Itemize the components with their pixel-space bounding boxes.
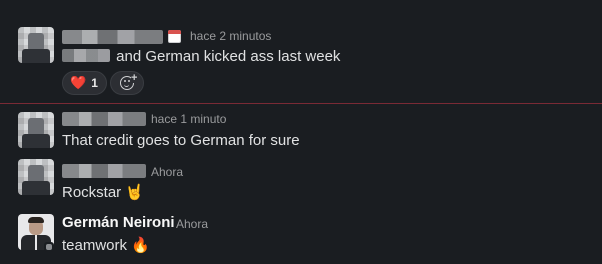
message-text: and German kicked ass last week: [62, 48, 340, 65]
status-indicator: [44, 242, 54, 252]
message-timestamp[interactable]: Ahora: [151, 165, 183, 179]
message-text: teamwork 🔥: [62, 237, 150, 254]
author-name-blurred[interactable]: [62, 164, 146, 178]
add-reaction-button[interactable]: +: [110, 71, 144, 95]
message-text-body: and German kicked ass last week: [112, 48, 341, 65]
calendar-icon: [168, 30, 181, 43]
author-name-blurred[interactable]: [62, 112, 146, 126]
avatar[interactable]: [18, 27, 54, 63]
heart-icon: ❤️: [70, 75, 87, 91]
message-text: That credit goes to German for sure: [62, 132, 300, 149]
avatar[interactable]: [18, 112, 54, 148]
new-messages-divider: [0, 103, 602, 104]
message-timestamp[interactable]: Ahora: [176, 217, 208, 231]
author-name-blurred[interactable]: [62, 30, 163, 44]
reaction-heart[interactable]: ❤️ 1: [62, 71, 107, 95]
author-name[interactable]: Germán Neironi: [62, 214, 175, 231]
message-text: Rockstar 🤘: [62, 184, 145, 201]
avatar[interactable]: [18, 159, 54, 195]
message-timestamp[interactable]: hace 1 minuto: [151, 112, 226, 126]
reaction-count: 1: [91, 76, 98, 90]
mention-blurred: [62, 49, 110, 62]
message-timestamp[interactable]: hace 2 minutos: [190, 29, 271, 43]
